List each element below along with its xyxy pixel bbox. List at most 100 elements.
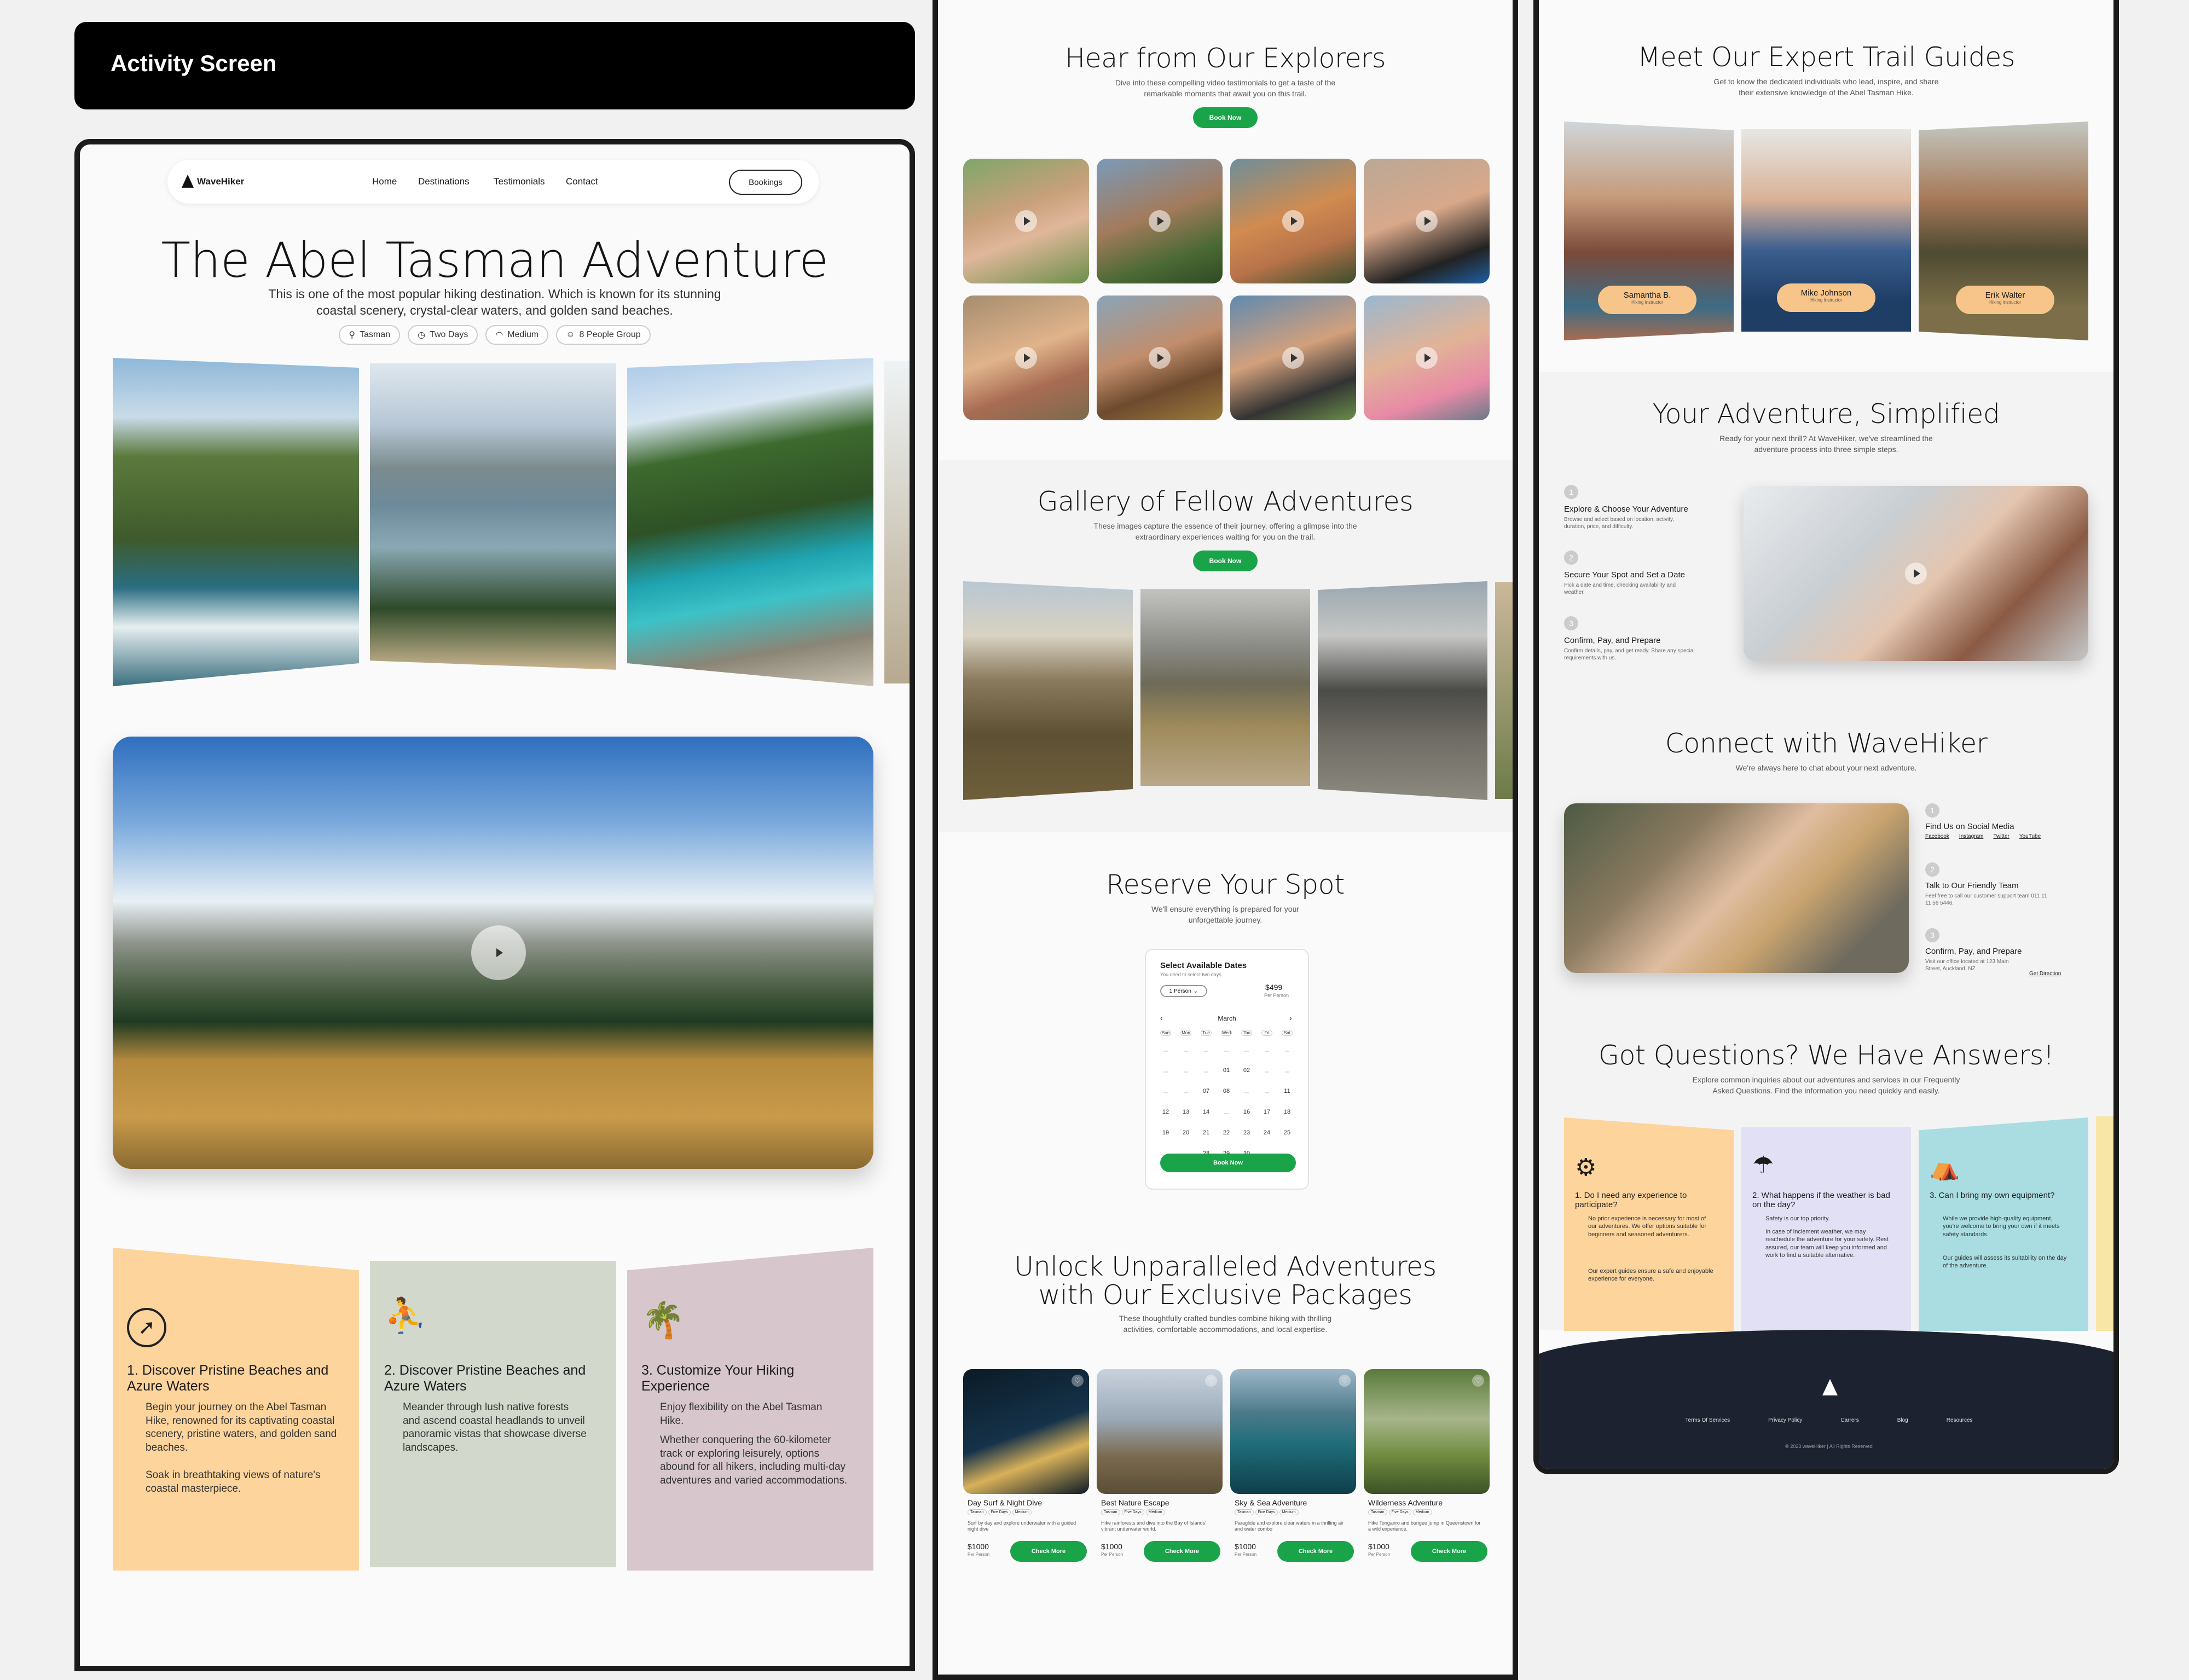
gallery-photo-3[interactable] <box>1318 581 1487 800</box>
heart-icon[interactable]: ♡ <box>1205 1375 1217 1387</box>
guide-card-1[interactable]: Samantha B. Hiking Instructor <box>1564 121 1734 340</box>
feature-1-text-2: Soak in breathtaking views of nature's c… <box>146 1469 321 1494</box>
twitter-link[interactable]: Twitter <box>1993 833 2009 839</box>
calendar-day[interactable]: 21 <box>1201 1129 1212 1136</box>
persons-select[interactable]: 1 Person ⌄ <box>1160 985 1207 997</box>
explorers-book-now-button[interactable]: Book Now <box>1193 107 1258 128</box>
calendar-day[interactable]: 12 <box>1160 1109 1171 1115</box>
nav-home[interactable]: Home <box>372 176 397 187</box>
terms-link[interactable]: Terms Of Services <box>1685 1417 1730 1423</box>
copyright: © 2023 waveHiker | All Rights Reserved <box>1785 1444 1873 1449</box>
heart-icon[interactable]: ♡ <box>1339 1375 1351 1387</box>
faq-card-3[interactable]: ⛺ 3. Can I bring my own equipment? While… <box>1919 1117 2088 1331</box>
check-more-button[interactable]: Check More <box>1411 1541 1487 1562</box>
heart-icon[interactable]: ♡ <box>1472 1375 1484 1387</box>
calendar-day[interactable]: 02 <box>1241 1067 1252 1074</box>
guide-card-2[interactable]: Mike Johnson Hiking Instructor <box>1741 129 1911 332</box>
facebook-link[interactable]: Facebook <box>1925 833 1949 839</box>
youtube-link[interactable]: YouTube <box>2019 833 2041 839</box>
step-1-desc: Browse and select based on location, act… <box>1564 517 1675 530</box>
play-icon[interactable] <box>1416 347 1438 369</box>
play-icon[interactable] <box>1149 210 1171 232</box>
instagram-link[interactable]: Instagram <box>1959 833 1983 839</box>
calendar-day[interactable]: 07 <box>1201 1088 1212 1094</box>
package-image[interactable] <box>1364 1369 1490 1494</box>
check-more-button[interactable]: Check More <box>1277 1541 1354 1562</box>
play-icon[interactable] <box>1282 210 1304 232</box>
next-month-icon[interactable]: › <box>1289 1013 1292 1022</box>
testimonial-video-7[interactable] <box>1230 296 1356 420</box>
gallery-subtitle-1: These images capture the essence of thei… <box>1093 522 1357 530</box>
calendar-day[interactable]: 11 <box>1282 1088 1293 1094</box>
heart-icon[interactable]: ♡ <box>1072 1375 1084 1387</box>
play-icon[interactable] <box>1015 210 1037 232</box>
video-play-button[interactable] <box>471 925 526 980</box>
calendar-day[interactable]: 08 <box>1221 1088 1232 1094</box>
package-name: Wilderness Adventure <box>1368 1498 1443 1507</box>
promo-video[interactable] <box>113 737 873 1169</box>
testimonial-video-2[interactable] <box>1097 159 1223 283</box>
resources-link[interactable]: Resources <box>1947 1417 1973 1423</box>
packages-title-line-1: Unlock Unparalleled Adventures <box>1014 1251 1437 1282</box>
calendar-day[interactable]: 23 <box>1241 1129 1252 1136</box>
calendar-day[interactable]: 16 <box>1241 1109 1252 1115</box>
package-name: Day Surf & Night Dive <box>968 1498 1043 1507</box>
faq-card-1[interactable]: ⚙ 1. Do I need any experience to partici… <box>1564 1117 1734 1331</box>
testimonial-video-8[interactable] <box>1364 296 1490 420</box>
check-more-button[interactable]: Check More <box>1144 1541 1220 1562</box>
play-icon[interactable] <box>1416 210 1438 232</box>
nav-destinations[interactable]: Destinations <box>418 176 470 187</box>
testimonial-video-5[interactable] <box>963 296 1089 420</box>
umbrella-rain-icon: ☂ <box>1752 1152 1774 1179</box>
coast-photo-2[interactable] <box>370 363 616 670</box>
nav-testimonials[interactable]: Testimonials <box>494 176 545 187</box>
simplified-title: Your Adventure, Simplified <box>1652 398 2000 430</box>
faq-card-4-partial[interactable] <box>2096 1116 2113 1331</box>
calendar-book-now-button[interactable]: Book Now <box>1160 1154 1296 1172</box>
get-direction-link[interactable]: Get Direction <box>2029 971 2061 977</box>
calendar-day[interactable]: 13 <box>1180 1109 1191 1115</box>
calendar-day[interactable]: 18 <box>1282 1109 1293 1115</box>
privacy-link[interactable]: Privacy Policy <box>1768 1417 1802 1423</box>
steps-video[interactable] <box>1744 486 2088 661</box>
bookings-button[interactable]: Bookings <box>729 170 802 195</box>
step-3-number: 3 <box>1564 616 1578 630</box>
package-image[interactable] <box>1230 1369 1356 1494</box>
footer-logo-icon[interactable] <box>1822 1379 1838 1395</box>
calendar-day[interactable]: 17 <box>1261 1109 1272 1115</box>
video-play-button[interactable] <box>1905 563 1927 584</box>
calendar-day[interactable]: 19 <box>1160 1129 1171 1136</box>
package-image[interactable] <box>1097 1369 1223 1494</box>
gallery-photo-4-partial[interactable] <box>1495 582 1513 799</box>
calendar-day[interactable]: 22 <box>1221 1129 1232 1136</box>
calendar-day[interactable]: 25 <box>1282 1129 1293 1136</box>
guide-card-3[interactable]: Erik Walter Hiking Instructor <box>1919 121 2088 340</box>
feature-3-text-2: Whether conquering the 60-kilometer trac… <box>660 1434 848 1487</box>
nav-contact[interactable]: Contact <box>566 176 598 187</box>
check-more-button[interactable]: Check More <box>1010 1541 1087 1562</box>
package-image[interactable] <box>963 1369 1089 1494</box>
calendar-day[interactable]: 24 <box>1261 1129 1272 1136</box>
testimonial-video-4[interactable] <box>1364 159 1490 283</box>
faq-card-2[interactable]: ☂ 2. What happens if the weather is bad … <box>1741 1127 1911 1331</box>
calendar-day[interactable]: 01 <box>1221 1067 1232 1074</box>
gallery-photo-1[interactable] <box>963 581 1133 800</box>
careers-link[interactable]: Carrers <box>1840 1417 1858 1423</box>
testimonial-video-6[interactable] <box>1097 296 1223 420</box>
gallery-photo-2[interactable] <box>1140 589 1310 786</box>
chevron-down-icon: ⌄ <box>1193 988 1198 994</box>
coast-photo-4-partial[interactable] <box>884 361 910 683</box>
coast-photo-1[interactable] <box>113 358 359 686</box>
play-icon[interactable] <box>1149 347 1171 369</box>
play-icon[interactable] <box>1282 347 1304 369</box>
blog-link[interactable]: Blog <box>1897 1417 1908 1423</box>
play-icon[interactable] <box>1015 347 1037 369</box>
testimonial-video-3[interactable] <box>1230 159 1356 283</box>
testimonial-video-1[interactable] <box>963 159 1089 283</box>
brand-logo-icon[interactable] <box>182 175 194 188</box>
calendar-day[interactable]: 20 <box>1180 1129 1191 1136</box>
gallery-book-now-button[interactable]: Book Now <box>1193 551 1258 571</box>
coast-photo-3[interactable] <box>627 358 873 686</box>
step-3-title: Confirm, Pay, and Prepare <box>1564 636 1661 645</box>
calendar-day[interactable]: 14 <box>1201 1109 1212 1115</box>
